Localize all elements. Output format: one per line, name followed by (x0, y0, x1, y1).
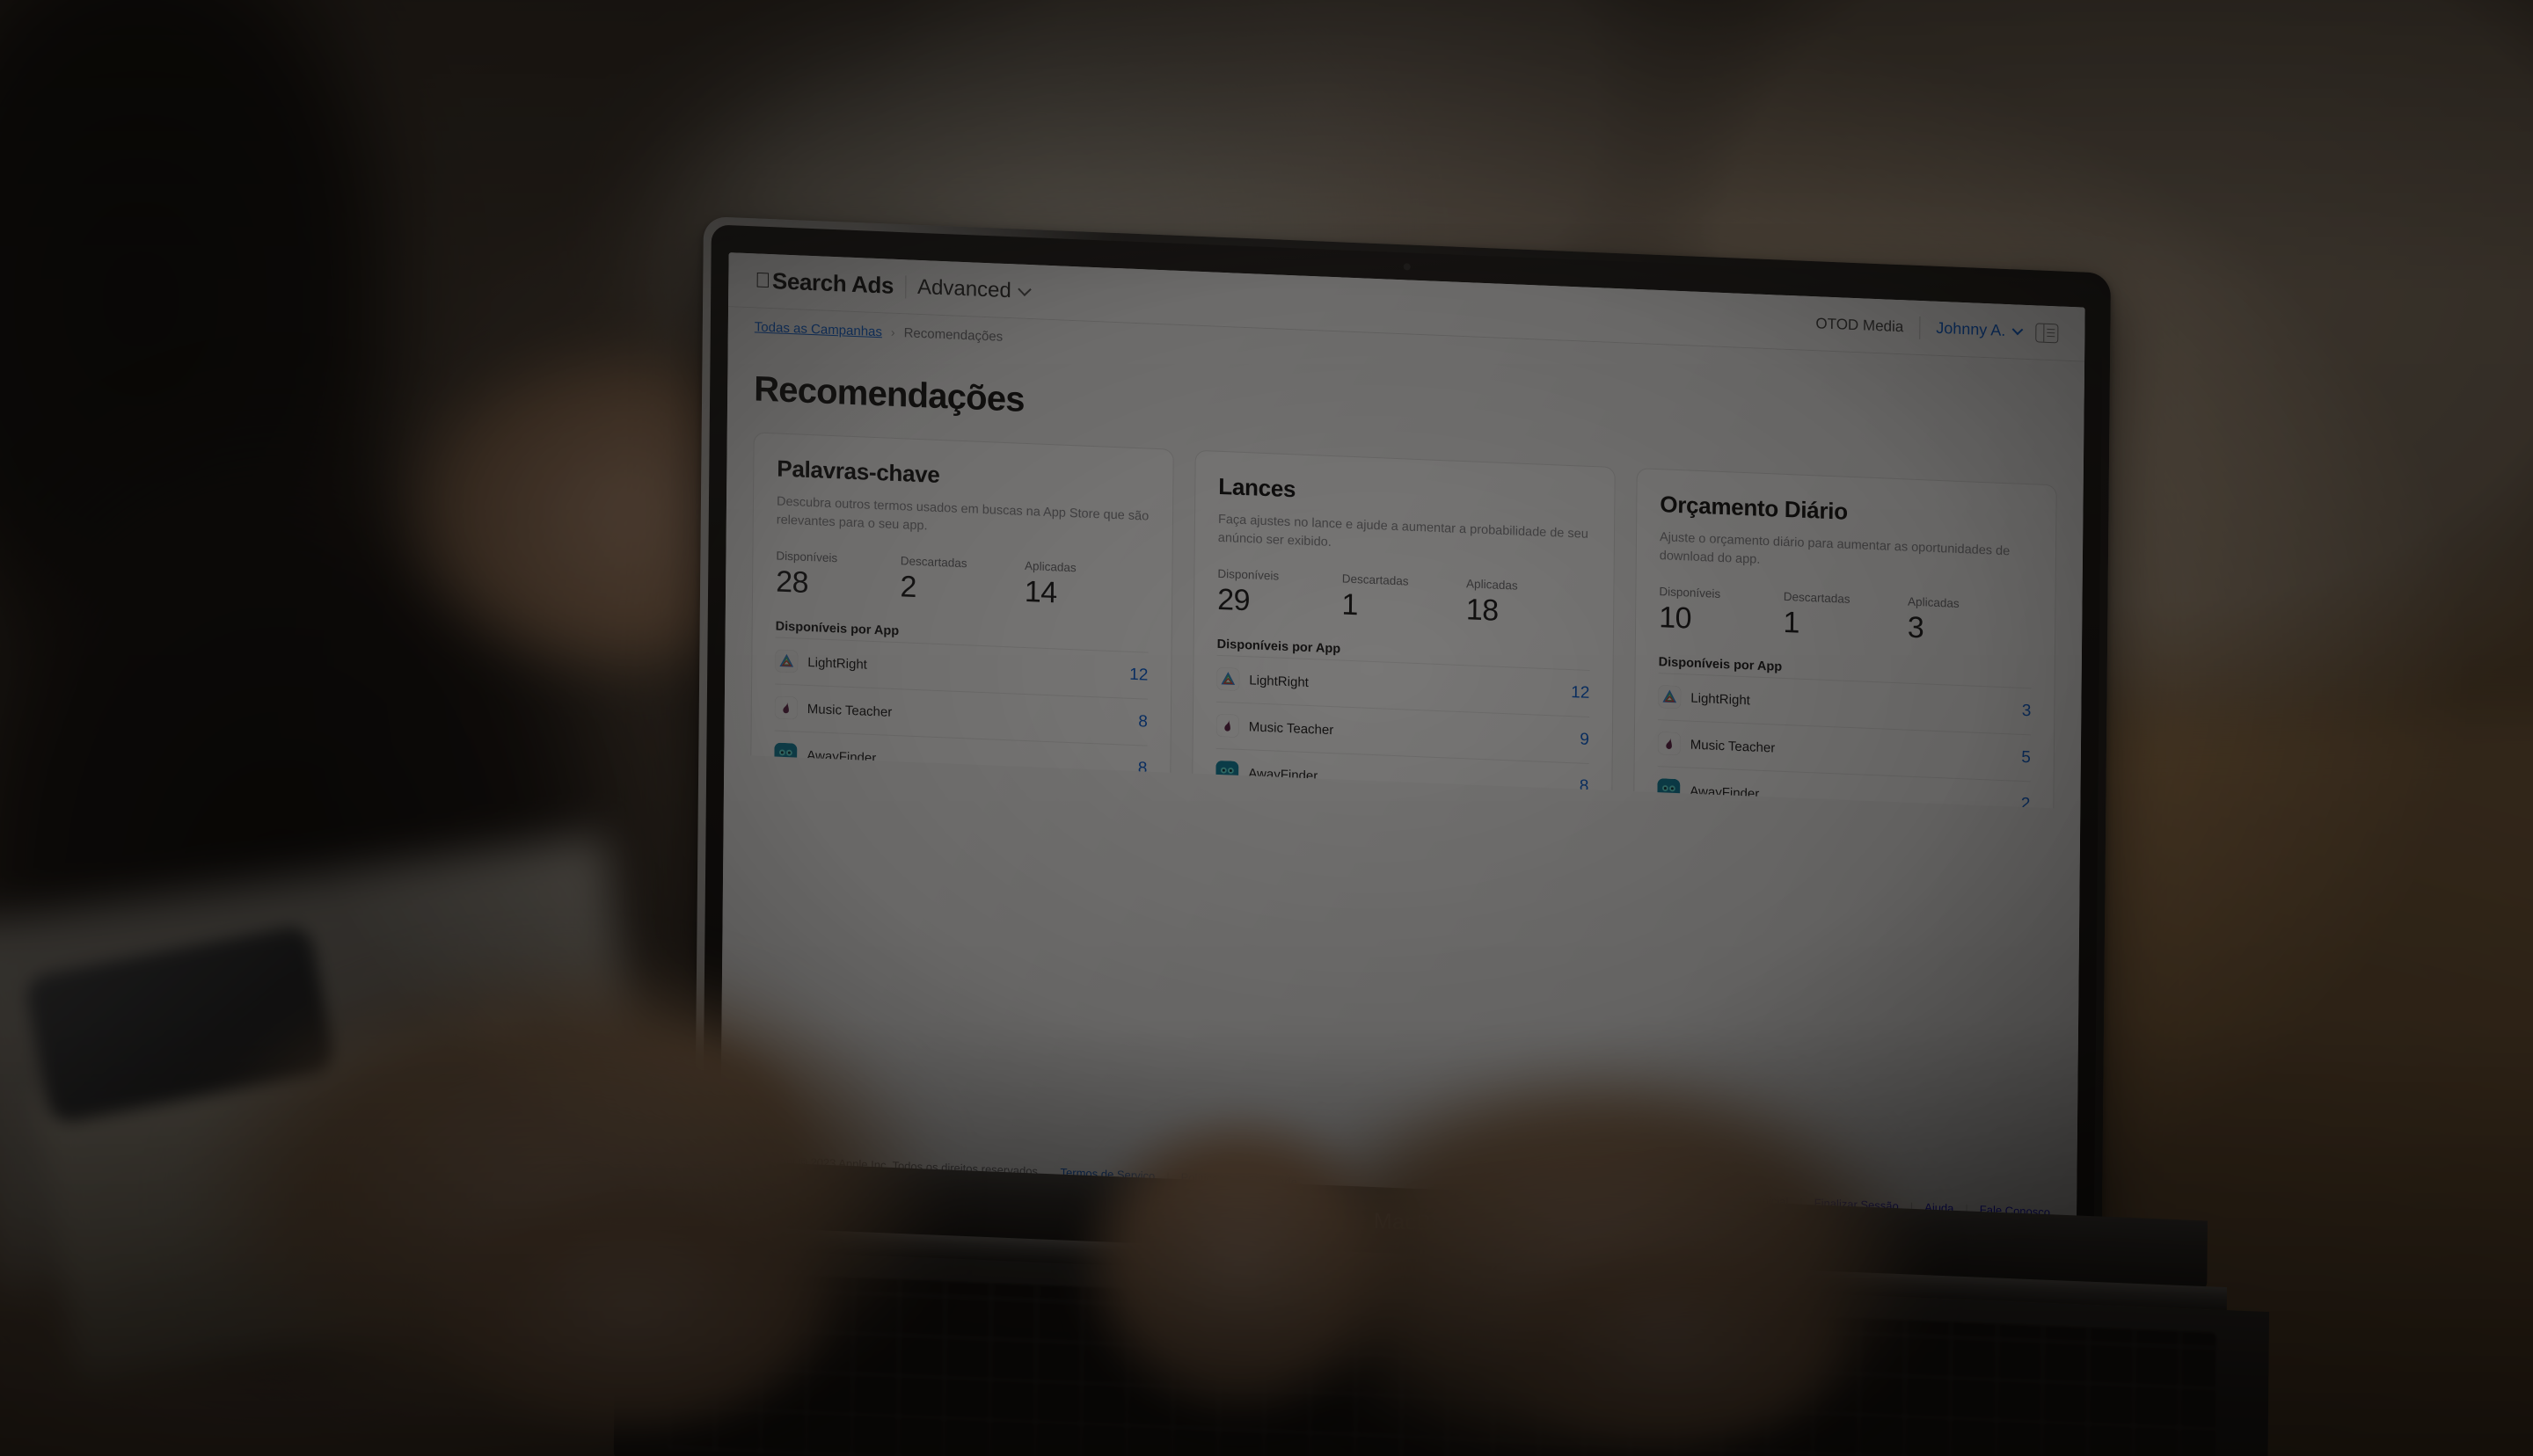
apple-search-ads-logo[interactable]:  Search Ads (755, 266, 894, 299)
card-description: Faça ajustes no lance e ajude a aumentar… (1217, 512, 1588, 550)
app-count: 5 (2021, 747, 2031, 768)
stat-label: Aplicadas (1025, 558, 1077, 575)
stat-label: Disponíveis (776, 549, 838, 565)
app-count: 12 (1571, 683, 1590, 703)
user-name: Johnny A. (1936, 318, 2006, 339)
breadcrumb-separator-icon: › (890, 324, 895, 339)
card-title: Palavras-chave (777, 455, 940, 488)
app-name: LightRight (1690, 690, 1750, 708)
card-stats: Disponíveis 28 Descartadas 2 Aplicadas 1… (776, 550, 1150, 612)
stat-discarded: Descartadas 2 (900, 554, 1025, 607)
lightright-icon (1216, 666, 1240, 691)
card-title: Lances (1218, 472, 1296, 503)
stat-value: 2 (900, 570, 917, 604)
stat-available: Disponíveis 29 (1217, 567, 1342, 620)
app-name: Music Teacher (1690, 737, 1776, 756)
app-name: Music Teacher (1248, 718, 1334, 738)
breadcrumb-current: Recomendações (903, 324, 1004, 345)
music-teacher-icon (1657, 732, 1681, 756)
stat-applied: Aplicadas 18 (1466, 577, 1591, 630)
stat-label: Descartadas (1783, 589, 1850, 606)
card-description: Ajuste o orçamento diário para aumentar … (1659, 530, 2011, 567)
brand-group[interactable]:  Search Ads Advanced (755, 266, 1033, 305)
stat-value: 1 (1341, 587, 1359, 622)
photo-scene:  Search Ads Advanced OTOD Media (0, 0, 2533, 1456)
stat-label: Disponíveis (1659, 585, 1721, 601)
stat-applied: Aplicadas 3 (1908, 595, 2033, 648)
sidebar-toggle-icon[interactable] (2035, 322, 2059, 343)
brand-divider (904, 274, 907, 298)
app-count: 3 (2021, 701, 2032, 721)
apple-logo-icon:  (755, 268, 770, 293)
main-content: Recomendações Palavras-chave Descubra ou… (724, 344, 2084, 810)
chevron-down-icon (2011, 324, 2024, 336)
typing-hand-center (1020, 1081, 1513, 1456)
nav-divider (1919, 316, 1921, 339)
product-label: Advanced (902, 273, 1011, 302)
stat-label: Descartadas (1341, 571, 1409, 588)
stat-value: 18 (1465, 593, 1499, 628)
stat-label: Disponíveis (1217, 566, 1280, 583)
music-teacher-icon (774, 695, 798, 720)
user-menu[interactable]: Johnny A. (1936, 318, 2024, 341)
music-teacher-icon (1215, 713, 1239, 738)
app-name: Music Teacher (807, 701, 893, 720)
card-bids: Lances Faça ajustes no lance e ajude a a… (1191, 449, 1616, 810)
stat-value: 29 (1216, 582, 1251, 618)
stat-available: Disponíveis 28 (776, 550, 901, 602)
nav-right-group: OTOD Media Johnny A. (1815, 312, 2059, 345)
app-name: LightRight (1249, 672, 1309, 690)
app-count: 8 (1138, 712, 1148, 732)
stat-discarded: Descartadas 1 (1783, 590, 1908, 643)
card-stats: Disponíveis 29 Descartadas 1 Aplicadas 1… (1217, 567, 1591, 630)
app-count: 12 (1129, 665, 1149, 685)
lightright-icon (1658, 685, 1682, 710)
chevron-down-icon (1018, 282, 1033, 296)
stat-value: 10 (1658, 601, 1692, 636)
organization-name: OTOD Media (1815, 314, 1904, 335)
app-name: LightRight (807, 654, 867, 673)
card-description: Descubra outros termos usados em buscas … (776, 494, 1150, 534)
card-title: Orçamento Diário (1660, 491, 1848, 525)
card-daily-budget: Orçamento Diário Ajuste o orçamento diár… (1632, 468, 2057, 810)
product-selector[interactable]: Advanced (902, 273, 1033, 303)
typing-hand-right (1442, 1213, 1917, 1456)
stat-label: Aplicadas (1908, 594, 1960, 610)
stat-label: Descartadas (900, 554, 967, 571)
lightright-icon (775, 649, 799, 673)
stat-label: Aplicadas (1466, 577, 1518, 593)
breadcrumb-link-campaigns[interactable]: Todas as Campanhas (755, 319, 882, 339)
stat-discarded: Descartadas 1 (1341, 572, 1466, 625)
card-stats: Disponíveis 10 Descartadas 1 Aplicadas 3 (1659, 585, 2033, 647)
typing-hand-left (369, 1143, 915, 1456)
recommendation-cards: Palavras-chave Descubra outros termos us… (749, 432, 2057, 810)
stat-value: 3 (1907, 610, 1924, 645)
brand-label: Search Ads (756, 266, 894, 299)
stat-available: Disponíveis 10 (1659, 585, 1784, 637)
webcam-icon (1403, 263, 1411, 271)
stat-value: 28 (775, 564, 809, 601)
stat-value: 1 (1783, 605, 1800, 640)
app-count: 9 (1580, 730, 1589, 750)
stat-value: 14 (1024, 574, 1057, 610)
card-keywords: Palavras-chave Descubra outros termos us… (749, 432, 1174, 810)
stat-applied: Aplicadas 14 (1025, 559, 1150, 612)
